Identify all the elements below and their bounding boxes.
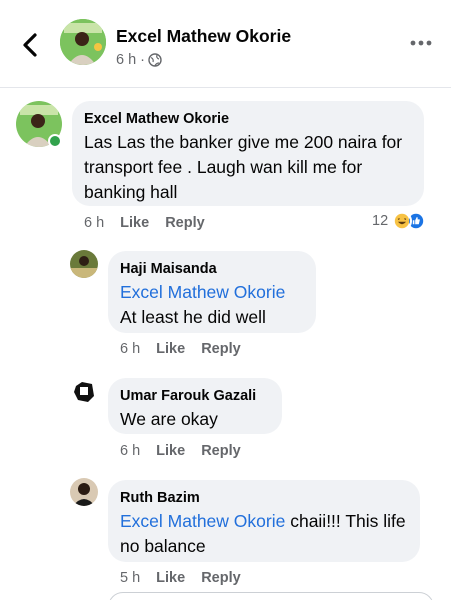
comment-text: We are okay bbox=[120, 409, 218, 429]
comment-bubble: Haji Maisanda Excel Mathew Okorie At lea… bbox=[108, 251, 316, 333]
like-button[interactable]: Like bbox=[156, 341, 185, 357]
post-header: Excel Mathew Okorie 6 h · bbox=[0, 0, 451, 88]
comment-author[interactable]: Umar Farouk Gazali bbox=[120, 387, 270, 405]
comment-bubble: Excel Mathew Okorie Las Las the banker g… bbox=[72, 101, 424, 206]
like-button[interactable]: Like bbox=[120, 215, 149, 231]
comment-bubble: Umar Farouk Gazali We are okay bbox=[108, 378, 282, 434]
comment-avatar[interactable] bbox=[70, 478, 98, 506]
comment-actions: 6 h Like Reply bbox=[120, 443, 241, 459]
comment-time: 5 h bbox=[120, 570, 141, 586]
author-avatar[interactable] bbox=[60, 19, 106, 65]
haha-icon bbox=[392, 211, 413, 231]
mention-link[interactable]: Excel Mathew Okorie bbox=[120, 511, 285, 531]
comment-actions: 5 h Like Reply bbox=[120, 570, 241, 586]
comment-text: Las Las the banker give me 200 naira for… bbox=[84, 132, 403, 202]
comment-avatar[interactable] bbox=[70, 376, 98, 404]
reply-button[interactable]: Reply bbox=[165, 215, 205, 231]
comment-actions: 6 h Like Reply bbox=[84, 215, 205, 231]
post-time-text: 6 h · bbox=[116, 52, 146, 68]
mention-link[interactable]: Excel Mathew Okorie bbox=[120, 282, 285, 302]
chevron-left-icon[interactable] bbox=[18, 30, 42, 60]
comment-time: 6 h bbox=[120, 443, 141, 459]
like-button[interactable]: Like bbox=[156, 570, 185, 586]
comment-actions: 6 h Like Reply bbox=[120, 341, 241, 357]
post-time: 6 h · bbox=[116, 52, 162, 68]
like-button[interactable]: Like bbox=[156, 443, 185, 459]
online-status-indicator bbox=[48, 134, 62, 148]
reaction-summary[interactable]: 12 bbox=[372, 211, 427, 231]
reply-button[interactable]: Reply bbox=[201, 341, 241, 357]
reply-button[interactable]: Reply bbox=[201, 570, 241, 586]
comment-author[interactable]: Haji Maisanda bbox=[120, 260, 304, 278]
comment-author[interactable]: Ruth Bazim bbox=[120, 489, 408, 507]
more-horizontal-icon[interactable] bbox=[409, 36, 433, 50]
globe-icon bbox=[148, 53, 162, 67]
author-name[interactable]: Excel Mathew Okorie bbox=[116, 26, 291, 47]
reaction-count: 12 bbox=[372, 213, 389, 229]
comment-avatar[interactable] bbox=[70, 250, 98, 278]
comment-bubble: Ruth Bazim Excel Mathew Okorie chaii!!! … bbox=[108, 480, 420, 562]
comment-text: At least he did well bbox=[120, 307, 266, 327]
comment-time: 6 h bbox=[120, 341, 141, 357]
partial-next-element bbox=[108, 592, 434, 600]
comment-author[interactable]: Excel Mathew Okorie bbox=[84, 110, 412, 128]
comment-time: 6 h bbox=[84, 215, 105, 231]
reply-button[interactable]: Reply bbox=[201, 443, 241, 459]
